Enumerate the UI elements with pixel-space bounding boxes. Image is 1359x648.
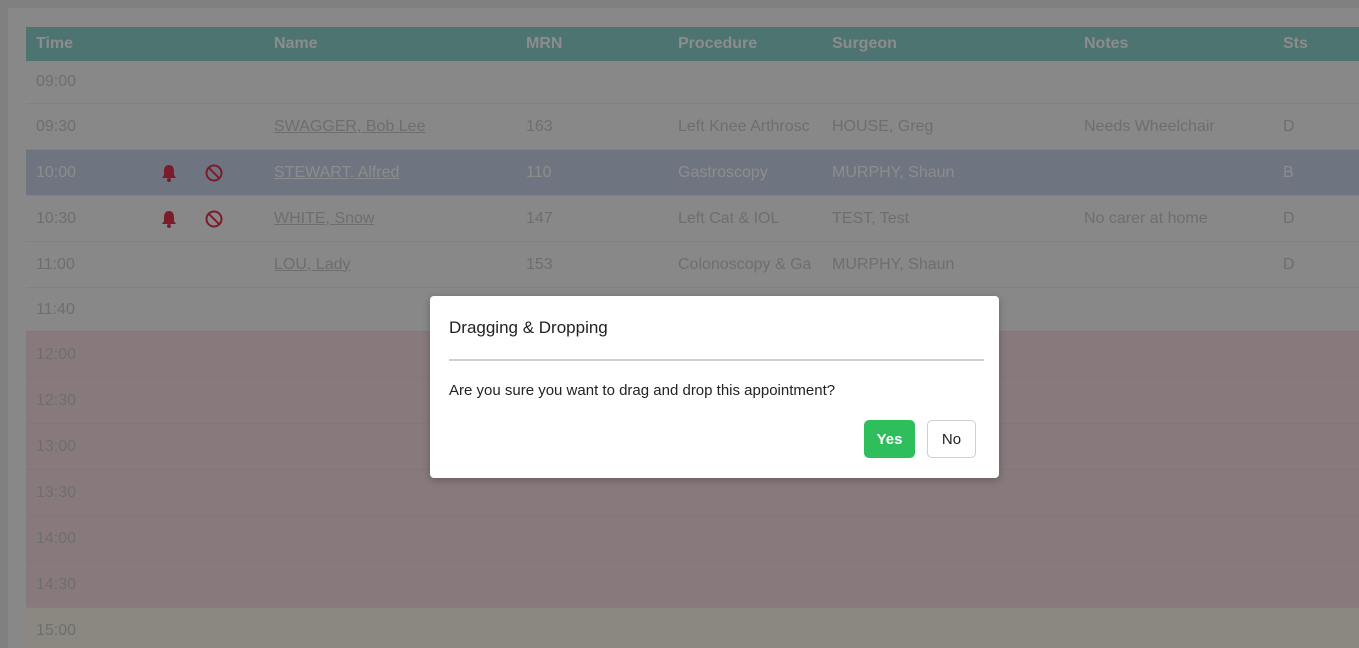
- schedule-frame: Time Name MRN Procedure Surgeon Notes St…: [8, 8, 1359, 648]
- confirm-dialog: Dragging & Dropping Are you sure you wan…: [430, 296, 999, 478]
- dialog-message: Are you sure you want to drag and drop t…: [449, 382, 836, 399]
- dialog-title: Dragging & Dropping: [449, 318, 608, 337]
- yes-button[interactable]: Yes: [864, 420, 915, 458]
- no-button[interactable]: No: [927, 420, 976, 458]
- dialog-divider: [449, 359, 984, 361]
